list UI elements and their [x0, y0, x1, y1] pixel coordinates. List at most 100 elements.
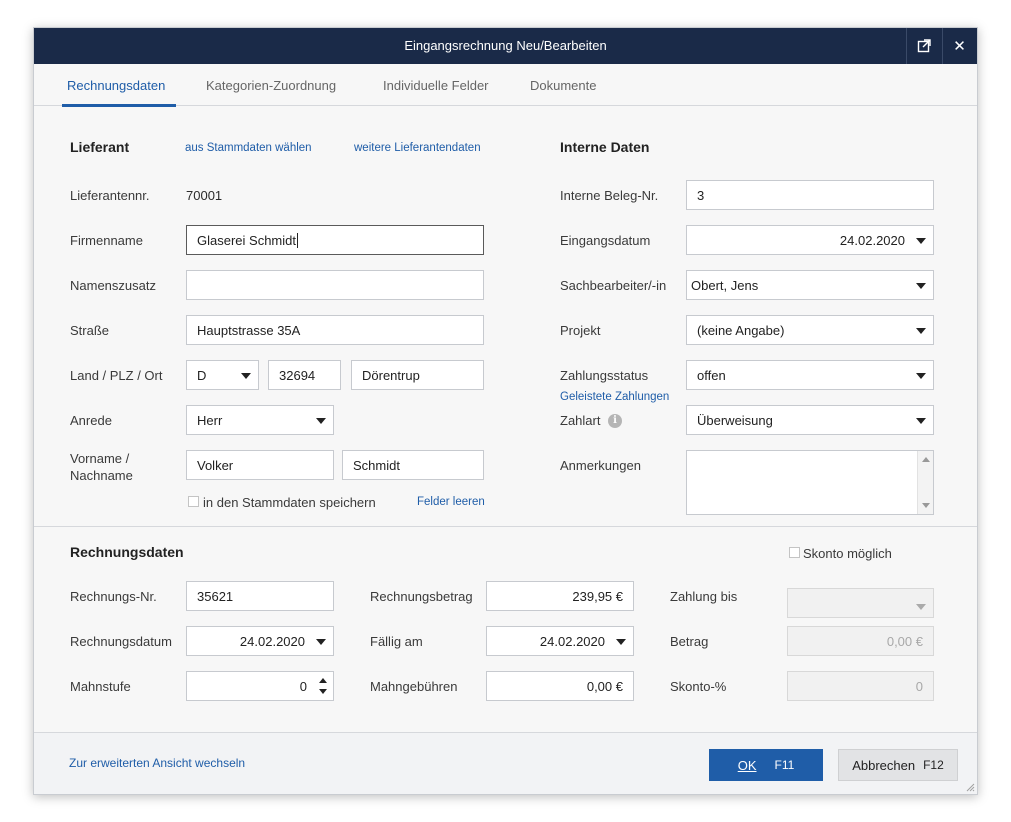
lastname-field[interactable]: Schmidt — [342, 450, 484, 480]
section-divider — [34, 526, 977, 527]
firstname-label: Vorname / — [70, 451, 130, 466]
city-field[interactable]: Dörentrup — [351, 360, 484, 390]
company-label: Firmenname — [70, 233, 143, 248]
clerk-value: Obert, Jens — [691, 277, 759, 293]
doc-no-label: Interne Beleg-Nr. — [560, 188, 659, 203]
notes-scrollbar[interactable] — [917, 451, 933, 514]
clerk-label: Sachbearbeiter/-in — [560, 278, 667, 293]
supplier-number-label: Lieferantennr. — [70, 188, 150, 203]
payment-status-value: offen — [697, 367, 726, 383]
chevron-down-icon — [316, 639, 326, 645]
ok-button[interactable]: OK F11 — [709, 749, 823, 781]
doc-no-field[interactable]: 3 — [686, 180, 934, 210]
name-suffix-field[interactable] — [186, 270, 484, 300]
discount-percent-label: Skonto-% — [670, 679, 727, 694]
close-button[interactable]: ✕ — [942, 28, 976, 64]
discount-percent-field: 0 — [787, 671, 934, 701]
spin-buttons[interactable] — [317, 675, 329, 697]
ok-label: OK — [737, 757, 757, 773]
stepper-up-icon[interactable] — [319, 678, 327, 683]
discount-possible-checkbox[interactable] — [789, 547, 800, 558]
payment-method-label: Zahlart — [560, 413, 601, 428]
country-select[interactable]: D — [186, 360, 259, 390]
title-bar: Eingangsrechnung Neu/Bearbeiten ✕ — [34, 28, 977, 64]
received-date-picker[interactable]: 24.02.2020 — [686, 225, 934, 255]
clear-fields-link[interactable]: Felder leeren — [417, 496, 485, 508]
due-date-picker[interactable]: 24.02.2020 — [486, 626, 634, 656]
due-date-value: 24.02.2020 — [539, 633, 605, 649]
cancel-button[interactable]: Abbrechen F12 — [838, 749, 958, 781]
due-date-label: Fällig am — [370, 634, 423, 649]
save-master-label: in den Stammdaten speichern — [203, 495, 376, 510]
zip-field[interactable]: 32694 — [268, 360, 341, 390]
ok-shortcut: F11 — [774, 758, 795, 772]
received-date-value: 24.02.2020 — [839, 232, 905, 248]
external-window-icon — [917, 39, 931, 53]
payment-status-select[interactable]: offen — [686, 360, 934, 390]
country-value: D — [197, 367, 207, 383]
invoice-amount-field[interactable]: 239,95 € — [486, 581, 634, 611]
salutation-value: Herr — [197, 412, 223, 428]
info-icon[interactable]: i — [608, 414, 622, 428]
discount-amount-field: 0,00 € — [787, 626, 934, 656]
discount-possible-label: Skonto möglich — [803, 546, 892, 561]
company-field[interactable]: Glaserei Schmidt — [186, 225, 484, 255]
chevron-down-icon — [916, 373, 926, 379]
project-select[interactable]: (keine Angabe) — [686, 315, 934, 345]
chevron-down-icon — [916, 238, 926, 244]
chevron-down-icon — [916, 328, 926, 334]
window-title: Eingangsrechnung Neu/Bearbeiten — [404, 38, 607, 53]
payment-method-value: Überweisung — [697, 412, 773, 428]
save-master-checkbox[interactable] — [188, 496, 199, 507]
scroll-up-icon[interactable] — [922, 457, 930, 462]
notes-textarea[interactable] — [686, 450, 934, 515]
stepper-down-icon[interactable] — [319, 689, 327, 694]
tab-kategorien-zuordnung[interactable]: Kategorien-Zuordnung — [206, 78, 336, 93]
firstname-field[interactable]: Volker — [186, 450, 334, 480]
pay-until-picker — [787, 588, 934, 618]
payment-method-select[interactable]: Überweisung — [686, 405, 934, 435]
fullname-label: Vorname / Nachname — [70, 450, 133, 484]
tab-dokumente[interactable]: Dokumente — [530, 78, 596, 93]
dunning-level-stepper[interactable]: 0 — [186, 671, 334, 701]
invoice-amount-label: Rechnungsbetrag — [370, 589, 473, 604]
project-value: (keine Angabe) — [697, 322, 785, 338]
received-date-label: Eingangsdatum — [560, 233, 651, 248]
chevron-down-icon — [916, 604, 926, 610]
internal-heading: Interne Daten — [560, 139, 650, 155]
resize-grip-icon[interactable] — [965, 782, 975, 792]
dialog-footer: Zur erweiterten Ansicht wechseln OK F11 … — [34, 732, 977, 794]
salutation-select[interactable]: Herr — [186, 405, 334, 435]
extended-view-link[interactable]: Zur erweiterten Ansicht wechseln — [69, 756, 245, 770]
scroll-down-icon[interactable] — [922, 503, 930, 508]
supplier-number-value: 70001 — [186, 188, 223, 203]
clerk-select[interactable]: Obert, Jens — [686, 270, 934, 300]
invoice-dialog: Eingangsrechnung Neu/Bearbeiten ✕ Rechnu… — [33, 27, 978, 795]
dunning-level-label: Mahnstufe — [70, 679, 131, 694]
tab-bar: Rechnungsdaten Kategorien-Zuordnung Indi… — [34, 64, 977, 107]
invoice-date-picker[interactable]: 24.02.2020 — [186, 626, 334, 656]
discount-amount-label: Betrag — [670, 634, 709, 649]
more-supplier-data-link[interactable]: weitere Lieferantendaten — [354, 142, 481, 154]
payment-status-label: Zahlungsstatus — [560, 368, 649, 383]
tab-individuelle-felder[interactable]: Individuelle Felder — [383, 78, 489, 93]
payments-made-link[interactable]: Geleistete Zahlungen — [560, 391, 669, 403]
invoice-date-label: Rechnungsdatum — [70, 634, 172, 649]
dunning-level-value: 0 — [299, 678, 307, 694]
supplier-heading: Lieferant — [70, 139, 130, 155]
invoice-date-value: 24.02.2020 — [239, 633, 305, 649]
external-window-button[interactable] — [906, 28, 940, 64]
street-field[interactable]: Hauptstrasse 35A — [186, 315, 484, 345]
tab-rechnungsdaten[interactable]: Rechnungsdaten — [67, 78, 165, 93]
select-from-master-link[interactable]: aus Stammdaten wählen — [185, 142, 312, 154]
dunning-fee-field[interactable]: 0,00 € — [486, 671, 634, 701]
chevron-down-icon — [241, 373, 251, 379]
invoice-number-field[interactable]: 35621 — [186, 581, 334, 611]
notes-label: Anmerkungen — [560, 458, 641, 473]
project-label: Projekt — [560, 323, 601, 338]
active-tab-indicator — [62, 104, 176, 107]
dunning-fee-label: Mahngebühren — [370, 679, 458, 694]
name-suffix-label: Namenszusatz — [70, 278, 156, 293]
cancel-label: Abbrechen — [852, 757, 916, 773]
cancel-shortcut: F12 — [923, 758, 944, 772]
